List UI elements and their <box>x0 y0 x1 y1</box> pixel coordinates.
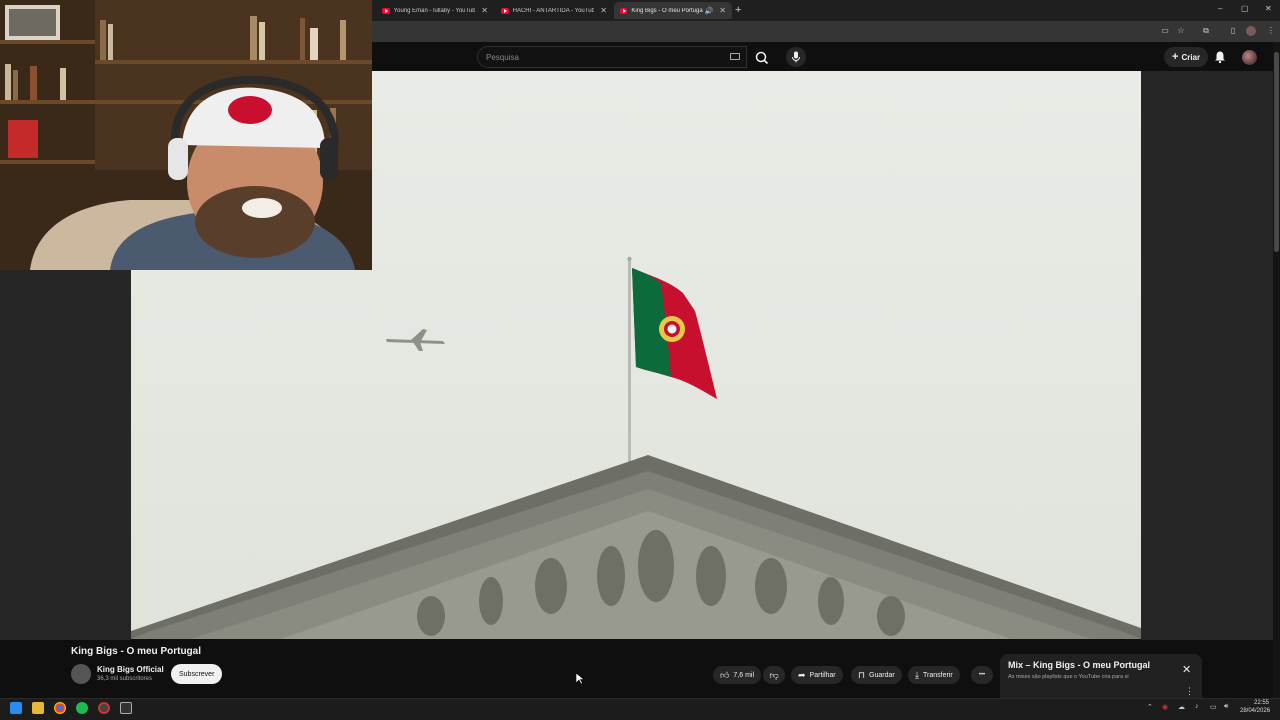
start-menu-icon[interactable] <box>10 702 22 714</box>
video-title: King Bigs - O meu Portugal <box>71 646 202 657</box>
mix-subtitle: As mixes são playlists que o YouTube cri… <box>1008 674 1129 680</box>
tab-hachi[interactable]: HACHI - ANTARTIDA - YouTube ✕ <box>495 2 613 19</box>
close-window-button[interactable]: ✕ <box>1265 4 1272 13</box>
close-tab-icon[interactable]: ✕ <box>719 6 726 15</box>
bookmark-icon: ⊓ <box>858 669 866 680</box>
tray-cloud-icon[interactable]: ☁ <box>1178 703 1185 711</box>
parliament-pediment <box>131 455 1141 639</box>
maximize-button[interactable]: ▢ <box>1241 4 1249 13</box>
subscribe-button[interactable]: Subscrever <box>171 664 223 684</box>
download-button[interactable]: ⤓ Transferir <box>908 666 960 684</box>
new-tab-button[interactable]: + <box>735 4 741 16</box>
airplane-icon <box>386 329 445 351</box>
profile-icon[interactable] <box>1246 26 1256 36</box>
tray-chevron-icon[interactable]: ⌃ <box>1147 703 1153 711</box>
tab-king-bigs[interactable]: King Bigs - O meu Portugal 🔊 ✕ <box>614 2 732 19</box>
obs-icon[interactable] <box>98 702 110 714</box>
browser-menu-icon[interactable]: ⋮ <box>1266 26 1276 36</box>
notifications-bell-icon[interactable] <box>1213 50 1227 64</box>
player-side-right <box>1141 71 1273 640</box>
keyboard-icon[interactable] <box>730 53 740 60</box>
youtube-favicon-icon <box>382 7 390 14</box>
webcam-overlay <box>0 0 372 270</box>
extensions-icon[interactable]: ⧉ <box>1201 26 1211 36</box>
file-explorer-icon[interactable] <box>32 702 44 714</box>
cast-icon[interactable]: ▭ <box>1160 26 1170 36</box>
bookmark-star-icon[interactable]: ☆ <box>1176 26 1186 36</box>
tab-young-eman[interactable]: Young Eman - lullaby - YouTube ✕ <box>376 2 494 19</box>
mouse-cursor-icon <box>576 673 584 685</box>
save-button[interactable]: ⊓ Guardar <box>851 666 902 684</box>
mix-close-button[interactable]: ✕ <box>1182 663 1191 676</box>
app-icon[interactable] <box>120 702 132 714</box>
tray-mic-icon[interactable]: ♪ <box>1195 703 1199 710</box>
mix-title[interactable]: Mix – King Bigs - O meu Portugal <box>1008 660 1150 670</box>
share-button[interactable]: ➦ Partilhar <box>791 666 843 684</box>
more-actions-button[interactable]: ••• <box>971 666 993 684</box>
download-icon: ⤓ <box>915 669 919 680</box>
portugal-flag <box>632 268 717 399</box>
windows-taskbar <box>0 698 1280 720</box>
close-tab-icon[interactable]: ✕ <box>481 6 488 15</box>
scrollbar-thumb[interactable] <box>1274 52 1279 252</box>
sidebar-icon[interactable]: ▯ <box>1228 26 1238 36</box>
search-icon[interactable] <box>753 49 771 67</box>
tray-volume-icon[interactable]: 🔊︎ <box>1224 703 1228 711</box>
search-input[interactable]: Pesquisa <box>477 46 747 68</box>
microphone-icon[interactable] <box>786 47 806 67</box>
subscriber-count: 36,3 mil subscritores <box>97 676 153 682</box>
player-side-left <box>0 270 131 640</box>
plus-icon: + <box>1172 51 1179 63</box>
dislike-button[interactable]: 👎︎ <box>763 666 785 684</box>
close-tab-icon[interactable]: ✕ <box>600 6 607 15</box>
youtube-favicon-icon <box>501 7 509 14</box>
thumbs-up-icon: 👍︎ <box>720 669 730 680</box>
spotify-icon[interactable] <box>76 702 88 714</box>
mix-menu-icon[interactable]: ⋮ <box>1185 686 1194 697</box>
youtube-favicon-icon <box>620 7 628 14</box>
share-arrow-icon: ➦ <box>798 669 806 680</box>
webcam-feed-image <box>0 0 372 270</box>
thumbs-down-icon: 👎︎ <box>769 669 779 680</box>
minimize-button[interactable]: – <box>1218 4 1222 13</box>
clock-time[interactable]: 22:55 <box>1254 700 1269 706</box>
like-button[interactable]: 👍︎ 7,6 mil <box>713 666 762 684</box>
tray-app-icon[interactable]: ◉ <box>1162 703 1168 711</box>
channel-name[interactable]: King Bigs Official <box>97 665 164 674</box>
tray-network-icon[interactable]: ▭ <box>1210 703 1217 711</box>
audio-playing-icon[interactable]: 🔊 <box>705 7 714 15</box>
create-button[interactable]: + Criar <box>1164 47 1209 67</box>
chrome-icon[interactable] <box>54 702 66 714</box>
clock-date[interactable]: 28/04/2026 <box>1240 708 1270 714</box>
account-avatar[interactable] <box>1242 50 1257 65</box>
channel-avatar[interactable] <box>71 664 91 684</box>
flagpole <box>628 257 631 463</box>
